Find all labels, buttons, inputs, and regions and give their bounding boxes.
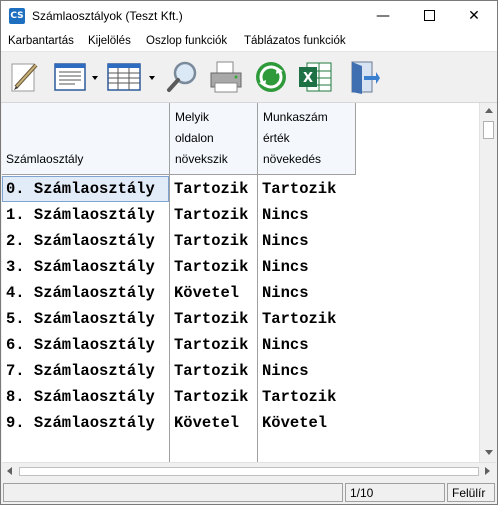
status-pane-message (3, 483, 343, 502)
table-row[interactable]: 6. Számlaosztály Tartozik Nincs (2, 332, 356, 358)
table-row[interactable]: 0. Számlaosztály Tartozik Tartozik (2, 176, 356, 202)
cell-munkaszam[interactable]: Tartozik (262, 306, 336, 332)
header-line: Melyik (175, 110, 210, 124)
cell-munkaszam[interactable]: Követel (262, 410, 327, 436)
cell-szamlaosztaly[interactable]: 6. Számlaosztály (6, 332, 155, 358)
cell-melyik-oldalon[interactable]: Tartozik (174, 176, 248, 202)
exit-door-icon[interactable] (344, 59, 380, 95)
table-row[interactable]: 5. Számlaosztály Tartozik Tartozik (2, 306, 356, 332)
cell-munkaszam[interactable]: Tartozik (262, 176, 336, 202)
scroll-right-icon[interactable] (485, 467, 490, 475)
header-line: Számlaosztály (6, 152, 84, 166)
cell-szamlaosztaly[interactable]: 0. Számlaosztály (6, 176, 155, 202)
cell-melyik-oldalon[interactable]: Tartozik (174, 384, 248, 410)
scroll-down-icon[interactable] (485, 450, 493, 455)
app-window: CS Számlaosztályok (Teszt Kft.) — ✕ Karb… (0, 0, 498, 505)
printer-icon[interactable] (208, 59, 244, 95)
cell-szamlaosztaly[interactable]: 5. Számlaosztály (6, 306, 155, 332)
cell-munkaszam[interactable]: Nincs (262, 228, 309, 254)
cell-melyik-oldalon[interactable]: Tartozik (174, 228, 248, 254)
table-view-dropdown-icon[interactable] (149, 76, 155, 80)
scroll-up-icon[interactable] (485, 108, 493, 113)
cell-munkaszam[interactable]: Nincs (262, 332, 309, 358)
header-line: növekszik (175, 152, 228, 166)
table-row[interactable]: 2. Számlaosztály Tartozik Nincs (2, 228, 356, 254)
cell-melyik-oldalon[interactable]: Követel (174, 410, 239, 436)
cell-munkaszam[interactable]: Nincs (262, 254, 309, 280)
record-counter: 1/10 (350, 486, 374, 500)
status-pane-mode: Felülír (447, 483, 495, 502)
cell-szamlaosztaly[interactable]: 8. Számlaosztály (6, 384, 155, 410)
column-header-szamlaosztaly[interactable]: Számlaosztály (2, 103, 170, 175)
table-view-icon[interactable] (106, 59, 142, 95)
menu-oszlop-funkciok[interactable]: Oszlop funkciók (146, 35, 227, 47)
form-view-icon[interactable] (53, 59, 89, 95)
window-title: Számlaosztályok (Teszt Kft.) (32, 9, 183, 23)
refresh-icon[interactable] (253, 59, 289, 95)
table-row[interactable]: 1. Számlaosztály Tartozik Nincs (2, 202, 356, 228)
cell-melyik-oldalon[interactable]: Tartozik (174, 332, 248, 358)
table-row[interactable]: 9. Számlaosztály Követel Követel (2, 410, 356, 436)
menu-kijeloles[interactable]: Kijelölés (88, 35, 131, 47)
cell-munkaszam[interactable]: Nincs (262, 358, 309, 384)
header-line: érték (263, 131, 290, 145)
pencil-edit-icon[interactable] (6, 59, 42, 95)
menu-karbantartas[interactable]: Karbantartás (8, 35, 74, 47)
cell-szamlaosztaly[interactable]: 2. Számlaosztály (6, 228, 155, 254)
scroll-left-icon[interactable] (7, 467, 12, 475)
close-icon: ✕ (468, 8, 480, 24)
table-row[interactable]: 4. Számlaosztály Követel Nincs (2, 280, 356, 306)
maximize-button[interactable] (406, 1, 452, 32)
cell-munkaszam[interactable]: Nincs (262, 202, 309, 228)
cell-melyik-oldalon[interactable]: Tartozik (174, 306, 248, 332)
cell-melyik-oldalon[interactable]: Követel (174, 280, 239, 306)
form-view-dropdown-icon[interactable] (92, 76, 98, 80)
header-line: oldalon (175, 131, 214, 145)
excel-export-icon[interactable]: X (297, 59, 333, 95)
minimize-icon: — (376, 8, 390, 24)
cell-melyik-oldalon[interactable]: Tartozik (174, 254, 248, 280)
cell-munkaszam[interactable]: Nincs (262, 280, 309, 306)
maximize-icon (423, 9, 435, 21)
cell-szamlaosztaly[interactable]: 9. Számlaosztály (6, 410, 155, 436)
column-header-munkaszam[interactable]: Munkaszám érték növekedés (258, 103, 356, 175)
search-magnifier-icon[interactable] (165, 59, 201, 95)
app-icon[interactable]: CS (9, 8, 25, 24)
vertical-scrollbar[interactable] (479, 103, 497, 462)
status-pane-record: 1/10 (345, 483, 445, 502)
cell-szamlaosztaly[interactable]: 3. Számlaosztály (6, 254, 155, 280)
vertical-scroll-thumb[interactable] (483, 121, 494, 139)
cell-szamlaosztaly[interactable]: 4. Számlaosztály (6, 280, 155, 306)
edit-mode-indicator: Felülír (452, 486, 486, 500)
toolbar: X (1, 52, 497, 103)
table-row[interactable]: 3. Számlaosztály Tartozik Nincs (2, 254, 356, 280)
cell-munkaszam[interactable]: Tartozik (262, 384, 336, 410)
table-row[interactable]: 8. Számlaosztály Tartozik Tartozik (2, 384, 356, 410)
data-grid: Számlaosztály Melyik oldalon növekszik M… (2, 103, 479, 462)
menu-bar: Karbantartás Kijelölés Oszlop funkciók T… (1, 32, 497, 52)
horizontal-scrollbar[interactable] (2, 462, 496, 480)
header-line: növekedés (263, 152, 322, 166)
cell-szamlaosztaly[interactable]: 7. Számlaosztály (6, 358, 155, 384)
minimize-button[interactable]: — (360, 1, 406, 32)
column-header-melyik-oldalon[interactable]: Melyik oldalon növekszik (170, 103, 258, 175)
cell-szamlaosztaly[interactable]: 1. Számlaosztály (6, 202, 155, 228)
header-line: Munkaszám (263, 110, 328, 124)
horizontal-scroll-thumb[interactable] (19, 467, 479, 476)
menu-tablazatos-funkciok[interactable]: Táblázatos funkciók (244, 35, 346, 47)
close-button[interactable]: ✕ (451, 1, 497, 32)
table-row[interactable]: 7. Számlaosztály Tartozik Nincs (2, 358, 356, 384)
cell-melyik-oldalon[interactable]: Tartozik (174, 202, 248, 228)
status-bar: 1/10 Felülír (1, 481, 497, 504)
svg-text:X: X (303, 71, 313, 86)
cell-melyik-oldalon[interactable]: Tartozik (174, 358, 248, 384)
title-bar[interactable]: CS Számlaosztályok (Teszt Kft.) — ✕ (1, 1, 497, 32)
